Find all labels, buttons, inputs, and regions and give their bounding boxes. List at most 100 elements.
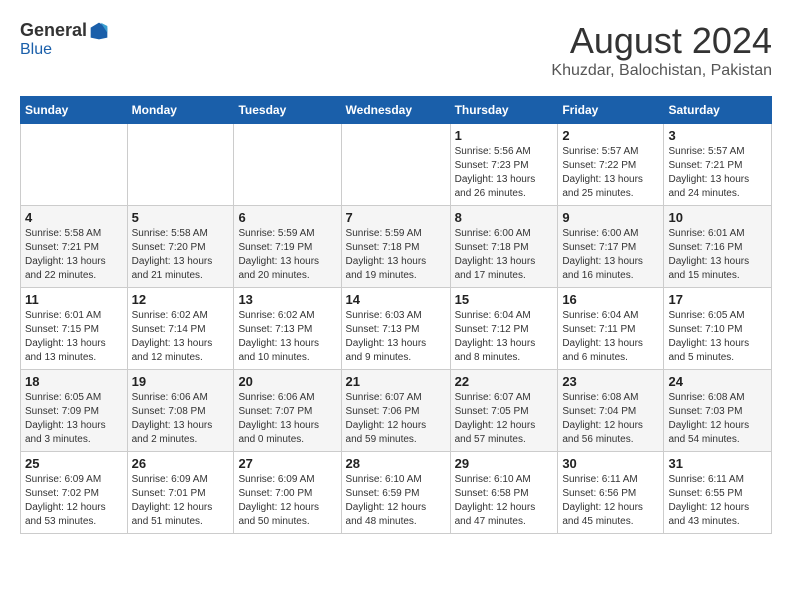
day-info: Sunrise: 5:57 AM Sunset: 7:21 PM Dayligh… <box>668 145 767 201</box>
day-info: Sunrise: 6:08 AM Sunset: 7:04 PM Dayligh… <box>562 391 659 447</box>
calendar-cell: 15 Sunrise: 6:04 AM Sunset: 7:12 PM Dayli… <box>450 288 558 370</box>
day-info: Sunrise: 6:11 AM Sunset: 6:56 PM Dayligh… <box>562 473 659 529</box>
day-number: 3 <box>668 128 767 143</box>
day-info: Sunrise: 6:07 AM Sunset: 7:05 PM Dayligh… <box>455 391 554 447</box>
calendar-cell <box>234 124 341 206</box>
page-header: General Blue August 2024 Khuzdar, Baloch… <box>20 20 772 80</box>
calendar-cell: 21 Sunrise: 6:07 AM Sunset: 7:06 PM Dayli… <box>341 370 450 452</box>
calendar-header-friday: Friday <box>558 97 664 124</box>
day-info: Sunrise: 6:09 AM Sunset: 7:01 PM Dayligh… <box>132 473 230 529</box>
day-info: Sunrise: 6:00 AM Sunset: 7:17 PM Dayligh… <box>562 227 659 283</box>
day-number: 1 <box>455 128 554 143</box>
day-number: 20 <box>238 374 336 389</box>
calendar-week-row: 25Sunrise: 6:09 AM Sunset: 7:02 PM Dayli… <box>21 452 772 534</box>
day-number: 12 <box>132 292 230 307</box>
month-year-title: August 2024 <box>551 20 772 62</box>
calendar-cell: 17Sunrise: 6:05 AM Sunset: 7:10 PM Dayli… <box>664 288 772 370</box>
calendar-cell: 4Sunrise: 5:58 AM Sunset: 7:21 PM Daylig… <box>21 206 128 288</box>
day-info: Sunrise: 5:57 AM Sunset: 7:22 PM Dayligh… <box>562 145 659 201</box>
day-number: 24 <box>668 374 767 389</box>
day-info: Sunrise: 6:06 AM Sunset: 7:07 PM Dayligh… <box>238 391 336 447</box>
day-info: Sunrise: 5:59 AM Sunset: 7:19 PM Dayligh… <box>238 227 336 283</box>
calendar-cell: 20 Sunrise: 6:06 AM Sunset: 7:07 PM Dayli… <box>234 370 341 452</box>
logo-blue-text: Blue <box>20 41 52 59</box>
calendar-cell: 11 Sunrise: 6:01 AM Sunset: 7:15 PM Dayli… <box>21 288 128 370</box>
calendar-week-row: 11 Sunrise: 6:01 AM Sunset: 7:15 PM Dayli… <box>21 288 772 370</box>
day-number: 15 <box>455 292 554 307</box>
day-number: 29 <box>455 456 554 471</box>
calendar-cell: 7 Sunrise: 5:59 AM Sunset: 7:18 PM Daylig… <box>341 206 450 288</box>
day-number: 7 <box>346 210 446 225</box>
day-number: 11 <box>25 292 123 307</box>
calendar-cell: 6Sunrise: 5:59 AM Sunset: 7:19 PM Daylig… <box>234 206 341 288</box>
day-info: Sunrise: 6:02 AM Sunset: 7:14 PM Dayligh… <box>132 309 230 365</box>
calendar-cell: 9 Sunrise: 6:00 AM Sunset: 7:17 PM Daylig… <box>558 206 664 288</box>
day-info: Sunrise: 6:03 AM Sunset: 7:13 PM Dayligh… <box>346 309 446 365</box>
day-info: Sunrise: 5:58 AM Sunset: 7:20 PM Dayligh… <box>132 227 230 283</box>
day-number: 9 <box>562 210 659 225</box>
day-number: 22 <box>455 374 554 389</box>
title-block: August 2024 Khuzdar, Balochistan, Pakist… <box>551 20 772 80</box>
calendar-cell: 16Sunrise: 6:04 AM Sunset: 7:11 PM Dayli… <box>558 288 664 370</box>
day-info: Sunrise: 6:09 AM Sunset: 7:00 PM Dayligh… <box>238 473 336 529</box>
day-number: 2 <box>562 128 659 143</box>
day-number: 31 <box>668 456 767 471</box>
logo: General Blue <box>20 20 109 59</box>
day-info: Sunrise: 6:02 AM Sunset: 7:13 PM Dayligh… <box>238 309 336 365</box>
day-number: 27 <box>238 456 336 471</box>
calendar-cell: 14 Sunrise: 6:03 AM Sunset: 7:13 PM Dayli… <box>341 288 450 370</box>
calendar-cell <box>21 124 128 206</box>
calendar-cell: 3 Sunrise: 5:57 AM Sunset: 7:21 PM Daylig… <box>664 124 772 206</box>
day-info: Sunrise: 5:56 AM Sunset: 7:23 PM Dayligh… <box>455 145 554 201</box>
calendar-cell: 2 Sunrise: 5:57 AM Sunset: 7:22 PM Daylig… <box>558 124 664 206</box>
calendar-week-row: 4Sunrise: 5:58 AM Sunset: 7:21 PM Daylig… <box>21 206 772 288</box>
day-info: Sunrise: 6:11 AM Sunset: 6:55 PM Dayligh… <box>668 473 767 529</box>
day-info: Sunrise: 6:06 AM Sunset: 7:08 PM Dayligh… <box>132 391 230 447</box>
calendar-cell: 24Sunrise: 6:08 AM Sunset: 7:03 PM Dayli… <box>664 370 772 452</box>
calendar-header-thursday: Thursday <box>450 97 558 124</box>
day-info: Sunrise: 6:07 AM Sunset: 7:06 PM Dayligh… <box>346 391 446 447</box>
day-info: Sunrise: 6:00 AM Sunset: 7:18 PM Dayligh… <box>455 227 554 283</box>
day-info: Sunrise: 6:10 AM Sunset: 6:59 PM Dayligh… <box>346 473 446 529</box>
day-number: 25 <box>25 456 123 471</box>
day-number: 8 <box>455 210 554 225</box>
calendar-cell: 18 Sunrise: 6:05 AM Sunset: 7:09 PM Dayli… <box>21 370 128 452</box>
day-info: Sunrise: 6:04 AM Sunset: 7:11 PM Dayligh… <box>562 309 659 365</box>
calendar-cell: 30 Sunrise: 6:11 AM Sunset: 6:56 PM Dayli… <box>558 452 664 534</box>
day-info: Sunrise: 6:05 AM Sunset: 7:09 PM Dayligh… <box>25 391 123 447</box>
day-number: 14 <box>346 292 446 307</box>
calendar-cell: 10 Sunrise: 6:01 AM Sunset: 7:16 PM Dayli… <box>664 206 772 288</box>
day-info: Sunrise: 6:10 AM Sunset: 6:58 PM Dayligh… <box>455 473 554 529</box>
calendar-header-saturday: Saturday <box>664 97 772 124</box>
logo-general-text: General <box>20 20 87 41</box>
calendar-cell <box>127 124 234 206</box>
calendar-cell: 27 Sunrise: 6:09 AM Sunset: 7:00 PM Dayli… <box>234 452 341 534</box>
calendar-header-tuesday: Tuesday <box>234 97 341 124</box>
day-number: 19 <box>132 374 230 389</box>
day-number: 21 <box>346 374 446 389</box>
day-info: Sunrise: 5:59 AM Sunset: 7:18 PM Dayligh… <box>346 227 446 283</box>
day-number: 30 <box>562 456 659 471</box>
day-number: 23 <box>562 374 659 389</box>
day-number: 10 <box>668 210 767 225</box>
calendar-cell: 26 Sunrise: 6:09 AM Sunset: 7:01 PM Dayli… <box>127 452 234 534</box>
day-info: Sunrise: 6:01 AM Sunset: 7:15 PM Dayligh… <box>25 309 123 365</box>
day-number: 4 <box>25 210 123 225</box>
day-number: 18 <box>25 374 123 389</box>
calendar-table: SundayMondayTuesdayWednesdayThursdayFrid… <box>20 96 772 534</box>
calendar-week-row: 18 Sunrise: 6:05 AM Sunset: 7:09 PM Dayli… <box>21 370 772 452</box>
calendar-header-sunday: Sunday <box>21 97 128 124</box>
day-number: 28 <box>346 456 446 471</box>
day-info: Sunrise: 6:04 AM Sunset: 7:12 PM Dayligh… <box>455 309 554 365</box>
calendar-cell: 19 Sunrise: 6:06 AM Sunset: 7:08 PM Dayli… <box>127 370 234 452</box>
calendar-cell: 1 Sunrise: 5:56 AM Sunset: 7:23 PM Daylig… <box>450 124 558 206</box>
logo-icon <box>89 21 109 41</box>
calendar-header-monday: Monday <box>127 97 234 124</box>
day-number: 26 <box>132 456 230 471</box>
day-info: Sunrise: 6:01 AM Sunset: 7:16 PM Dayligh… <box>668 227 767 283</box>
day-number: 17 <box>668 292 767 307</box>
calendar-cell: 12 Sunrise: 6:02 AM Sunset: 7:14 PM Dayli… <box>127 288 234 370</box>
location-subtitle: Khuzdar, Balochistan, Pakistan <box>551 62 772 80</box>
calendar-cell <box>341 124 450 206</box>
calendar-cell: 29 Sunrise: 6:10 AM Sunset: 6:58 PM Dayli… <box>450 452 558 534</box>
